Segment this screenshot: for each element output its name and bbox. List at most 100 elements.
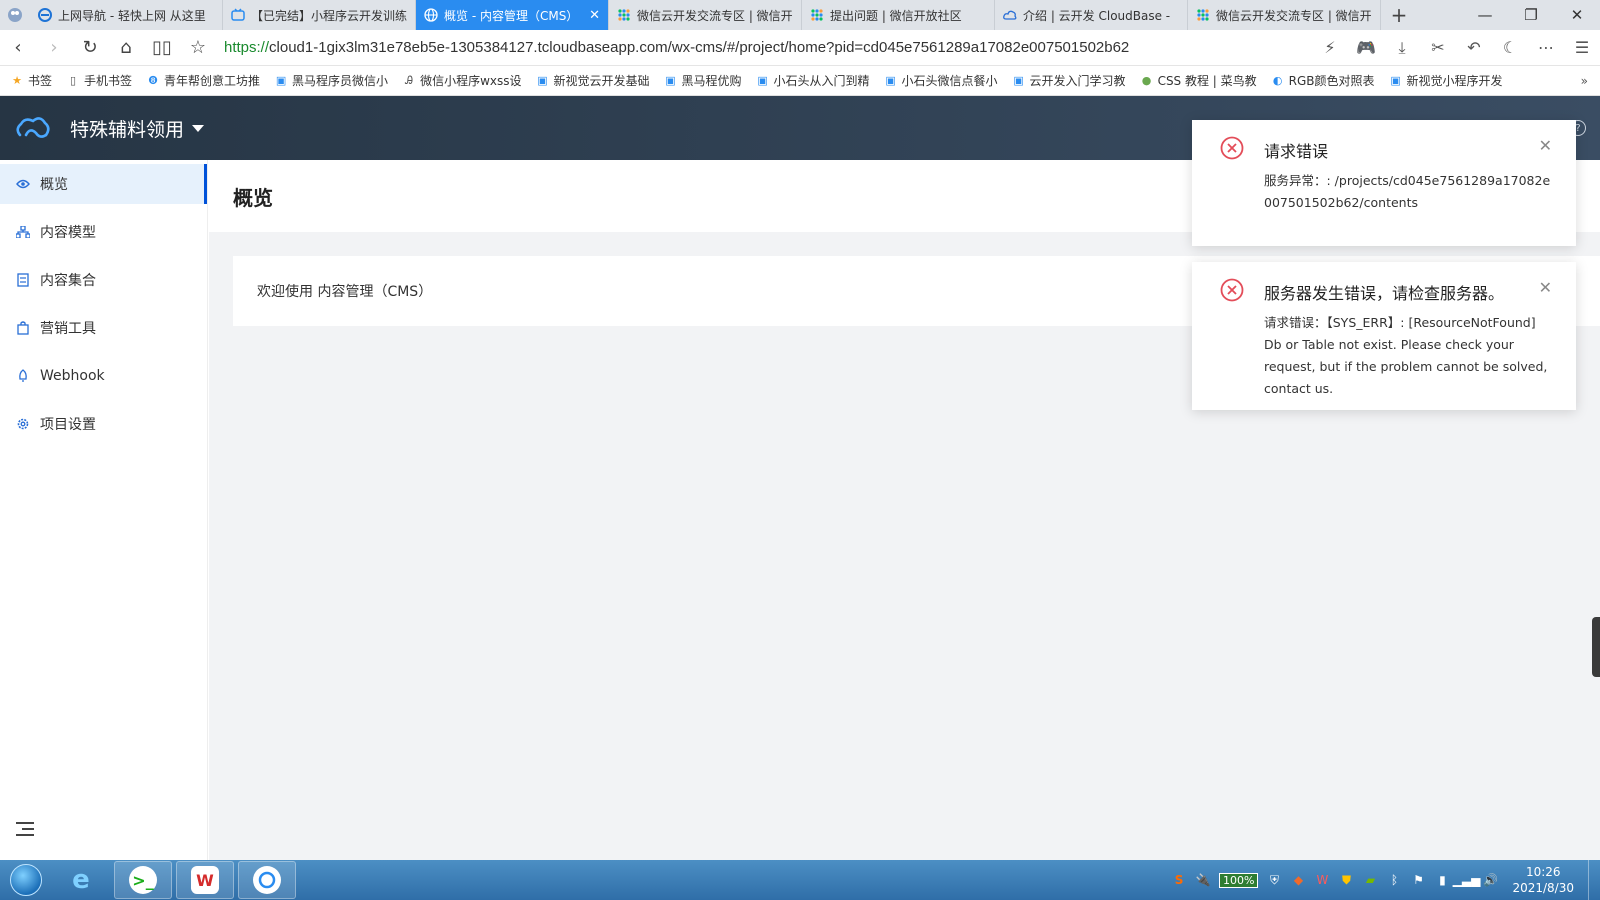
address-bar: ‹ › ↻ ⌂ ▯▯ ☆ https://cloud1-1gix3lm31e78…: [0, 30, 1600, 66]
bookmark-item[interactable]: ▣ 云开发入门学习教: [1012, 72, 1126, 89]
tab-wechat-forum[interactable]: 微信云开发交流专区 | 微信开: [609, 0, 802, 30]
close-icon[interactable]: ✕: [1539, 278, 1552, 297]
error-circle-icon: [1220, 136, 1244, 160]
nvidia-icon[interactable]: ▰: [1362, 872, 1378, 888]
security-icon[interactable]: ⛊: [1338, 872, 1354, 888]
chevron-right-icon[interactable]: »: [1581, 74, 1588, 88]
hierarchy-icon: [16, 225, 30, 239]
start-button[interactable]: [0, 860, 52, 900]
tab-title: 微信云开发交流专区 | 微信开: [637, 8, 793, 23]
browser-taskbar-icon[interactable]: [238, 861, 296, 899]
star-icon[interactable]: ☆: [180, 30, 216, 66]
new-tab-button[interactable]: +: [1381, 0, 1417, 30]
minimize-icon[interactable]: —: [1462, 0, 1508, 30]
url-field[interactable]: https://cloud1-1gix3lm31e78eb5e-13053841…: [216, 39, 1312, 56]
bookmark-label: 云开发入门学习教: [1029, 74, 1126, 88]
restore-icon[interactable]: ❐: [1508, 0, 1554, 30]
sidebar-item-webhook[interactable]: Webhook: [0, 356, 207, 396]
bookmark-item[interactable]: ● CSS 教程 | 菜鸟教: [1140, 72, 1257, 89]
browser-logo-icon[interactable]: [0, 0, 30, 30]
app-tray-icon[interactable]: ◆: [1290, 872, 1306, 888]
bookmark-item[interactable]: ▣ 小石头微信点餐小: [884, 72, 997, 89]
flag-icon[interactable]: ⚑: [1410, 872, 1426, 888]
more-icon[interactable]: ⋯: [1528, 30, 1564, 66]
tab-bilibili-course[interactable]: 【已完结】小程序云开发训练: [223, 0, 416, 30]
battery-indicator[interactable]: 100%: [1219, 872, 1259, 888]
moon-icon[interactable]: ☾: [1492, 30, 1528, 66]
gamepad-icon[interactable]: 🎮: [1348, 30, 1384, 66]
bookmark-item[interactable]: ▣ 黑马程序员微信小: [274, 72, 388, 89]
tab-title: 上网导航 - 轻快上网 从这里: [58, 8, 206, 23]
cloudbase-logo-icon[interactable]: [16, 111, 50, 145]
tab-wechat-forum-2[interactable]: 微信云开发交流专区 | 微信开: [1188, 0, 1381, 30]
wechat-devtools-taskbar-icon[interactable]: >_: [114, 861, 172, 899]
error-notification: 请求错误 服务异常：: /projects/cd045e7561289a1708…: [1192, 120, 1576, 246]
network-icon[interactable]: ▁▃▅: [1453, 872, 1481, 888]
tab-cms-overview[interactable]: 概览 - 内容管理（CMS） ✕: [416, 0, 609, 30]
bookmark-item[interactable]: ▣ 新视觉云开发基础: [535, 72, 649, 89]
gear-icon: [16, 417, 30, 431]
show-desktop-button[interactable]: [1588, 860, 1600, 900]
bookmark-label: 青年帮创意工坊推: [164, 74, 261, 88]
side-panel-handle[interactable]: [1592, 617, 1600, 677]
download-icon[interactable]: ⤓: [1384, 30, 1420, 66]
undo-icon[interactable]: ↶: [1456, 30, 1492, 66]
runoob-icon: ●: [1141, 74, 1152, 87]
bilibili-icon: ▣: [1013, 74, 1024, 87]
bookmark-item[interactable]: ▯ 手机书签: [66, 72, 132, 89]
reader-icon[interactable]: ▯▯: [144, 30, 180, 66]
sidebar-item-content-model[interactable]: 内容模型: [0, 212, 207, 252]
bookmark-item[interactable]: ▣ 黑马程优购: [664, 72, 742, 89]
close-icon[interactable]: ✕: [589, 8, 600, 23]
wps-taskbar-icon[interactable]: W: [176, 861, 234, 899]
bookmark-item[interactable]: ❽ 青年帮创意工坊推: [146, 72, 260, 89]
bluetooth-icon[interactable]: ᛒ: [1386, 872, 1402, 888]
url-scheme: https://: [224, 39, 270, 56]
bookmark-item[interactable]: Ꭿ 微信小程序wxss设: [402, 72, 521, 89]
sidebar-item-label: 内容集合: [40, 273, 96, 289]
forward-icon[interactable]: ›: [36, 30, 72, 66]
lightning-icon[interactable]: ⚡: [1312, 30, 1348, 66]
sidebar-item-overview[interactable]: 概览: [0, 164, 207, 204]
ie-taskbar-icon[interactable]: e: [52, 861, 110, 899]
tab-cloudbase-intro[interactable]: 介绍 | 云开发 CloudBase -: [995, 0, 1188, 30]
bookmark-item[interactable]: ▣ 小石头从入门到精: [756, 72, 869, 89]
scissors-icon[interactable]: ✂: [1420, 30, 1456, 66]
tab-ask-question[interactable]: 提出问题 | 微信开放社区: [802, 0, 995, 30]
notification-title: 请求错误: [1264, 142, 1329, 161]
tab-nav[interactable]: 上网导航 - 轻快上网 从这里: [30, 0, 223, 30]
bookmark-item[interactable]: ▣ 新视觉小程序开发: [1389, 72, 1503, 89]
volume-icon[interactable]: 🔊: [1482, 872, 1498, 888]
bookmark-label: 微信小程序wxss设: [420, 74, 522, 88]
device-icon[interactable]: ▮: [1434, 872, 1450, 888]
bookmark-item[interactable]: ★ 书签: [10, 72, 52, 89]
bookmark-item[interactable]: ◐ RGB颜色对照表: [1271, 72, 1375, 89]
close-icon[interactable]: ✕: [1539, 136, 1552, 155]
sidebar-item-content-collection[interactable]: 内容集合: [0, 260, 207, 300]
shield-icon[interactable]: ⛨: [1266, 872, 1282, 888]
wps-tray-icon[interactable]: W: [1314, 872, 1330, 888]
plug-icon[interactable]: 🔌: [1195, 872, 1211, 888]
error-circle-icon: [1220, 278, 1244, 302]
sidebar-collapse-icon[interactable]: [16, 822, 34, 836]
back-icon[interactable]: ‹: [0, 30, 36, 66]
sogou-icon[interactable]: S: [1171, 872, 1187, 888]
reload-icon[interactable]: ↻: [72, 30, 108, 66]
tab-title: 介绍 | 云开发 CloudBase -: [1023, 8, 1171, 23]
windows-logo-icon: [10, 864, 42, 896]
sidebar-item-label: 概览: [40, 177, 68, 193]
clock-date: 2021/8/30: [1512, 881, 1574, 895]
home-icon[interactable]: ⌂: [108, 30, 144, 66]
browser-tab-bar: 上网导航 - 轻快上网 从这里 【已完结】小程序云开发训练 概览 - 内容管理（…: [0, 0, 1600, 30]
sidebar-item-project-settings[interactable]: 项目设置: [0, 404, 207, 444]
bilibili-icon: ▣: [757, 74, 768, 87]
clock[interactable]: 10:26 2021/8/30: [1512, 864, 1574, 896]
sidebar-item-label: 营销工具: [40, 321, 96, 337]
project-selector[interactable]: 特殊辅料领用: [70, 115, 205, 142]
menu-icon[interactable]: ☰: [1564, 30, 1600, 66]
bookmark-label: 新视觉小程序开发: [1406, 74, 1503, 88]
phone-icon: ▯: [69, 74, 77, 87]
sidebar-item-marketing-tools[interactable]: 营销工具: [0, 308, 207, 348]
close-window-icon[interactable]: ✕: [1554, 0, 1600, 30]
bookmark-label: 黑马程优购: [681, 74, 742, 88]
